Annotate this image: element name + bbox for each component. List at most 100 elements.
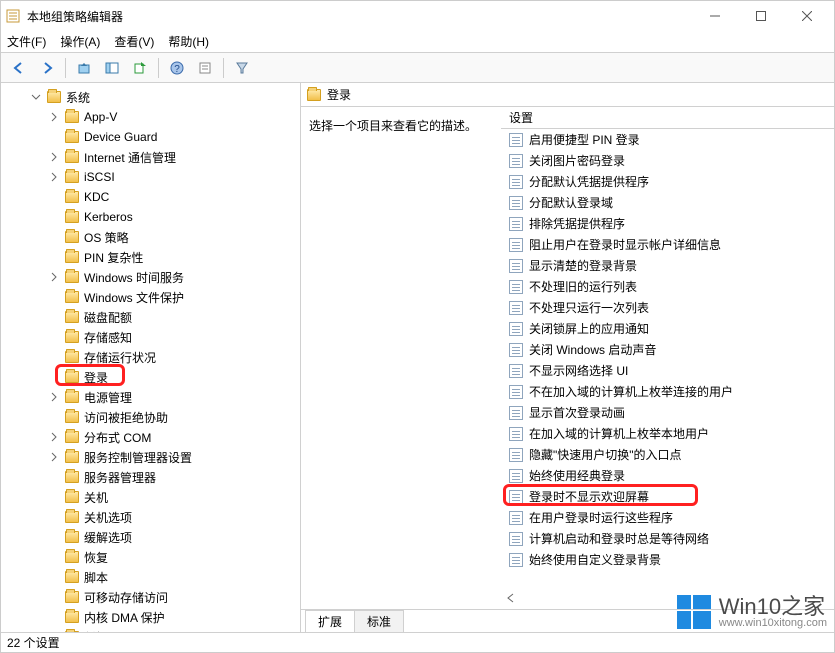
scroll-left-icon[interactable]	[505, 592, 517, 607]
folder-icon	[65, 111, 79, 123]
tree-item[interactable]: OS 策略	[1, 227, 300, 247]
tree-item[interactable]: 存储运行状况	[1, 347, 300, 367]
setting-item[interactable]: 关闭 Windows 启动声音	[501, 339, 834, 360]
setting-label: 登录时不显示欢迎屏幕	[529, 488, 649, 505]
setting-item[interactable]: 分配默认凭据提供程序	[501, 171, 834, 192]
back-button[interactable]	[7, 56, 31, 80]
tree-item-label: 存储感知	[83, 329, 133, 346]
tree-item[interactable]: Windows 时间服务	[1, 267, 300, 287]
tree-item[interactable]: 凭据分配	[1, 627, 300, 632]
tree-item-label: 服务器管理器	[83, 469, 157, 486]
tree-item[interactable]: Kerberos	[1, 207, 300, 227]
tree-item[interactable]: iSCSI	[1, 167, 300, 187]
chevron-right-icon[interactable]	[49, 111, 59, 125]
setting-item[interactable]: 在加入域的计算机上枚举本地用户	[501, 423, 834, 444]
tree-item[interactable]: App-V	[1, 107, 300, 127]
setting-item[interactable]: 关闭图片密码登录	[501, 150, 834, 171]
tree-item[interactable]: 脚本	[1, 567, 300, 587]
tree-item[interactable]: 磁盘配额	[1, 307, 300, 327]
chevron-right-icon[interactable]	[49, 431, 59, 445]
setting-item[interactable]: 阻止用户在登录时显示帐户详细信息	[501, 234, 834, 255]
folder-icon	[65, 511, 79, 523]
menu-action[interactable]: 操作(A)	[60, 33, 100, 50]
setting-item[interactable]: 不在加入域的计算机上枚举连接的用户	[501, 381, 834, 402]
tree-item[interactable]: 访问被拒绝协助	[1, 407, 300, 427]
tree-item[interactable]: 缓解选项	[1, 527, 300, 547]
menu-help[interactable]: 帮助(H)	[168, 33, 209, 50]
export-button[interactable]	[128, 56, 152, 80]
tree-item[interactable]: Device Guard	[1, 127, 300, 147]
setting-item[interactable]: 不处理只运行一次列表	[501, 297, 834, 318]
setting-item[interactable]: 不显示网络选择 UI	[501, 360, 834, 381]
chevron-right-icon[interactable]	[49, 171, 59, 185]
folder-icon	[65, 531, 79, 543]
setting-label: 在加入域的计算机上枚举本地用户	[529, 425, 709, 442]
svg-text:?: ?	[174, 64, 180, 75]
tree-item[interactable]: 可移动存储访问	[1, 587, 300, 607]
setting-item[interactable]: 显示清楚的登录背景	[501, 255, 834, 276]
chevron-right-icon[interactable]	[49, 391, 59, 405]
folder-icon	[65, 471, 79, 483]
right-header: 登录	[301, 83, 834, 107]
tree-item-label: 服务控制管理器设置	[83, 449, 193, 466]
chevron-down-icon[interactable]	[31, 91, 41, 105]
minimize-button[interactable]	[692, 1, 738, 31]
tree-item[interactable]: 服务器管理器	[1, 467, 300, 487]
up-button[interactable]	[72, 56, 96, 80]
tree-item[interactable]: 恢复	[1, 547, 300, 567]
forward-button[interactable]	[35, 56, 59, 80]
setting-item[interactable]: 始终使用经典登录	[501, 465, 834, 486]
setting-label: 隐藏"快速用户切换"的入口点	[529, 446, 682, 463]
tab-standard[interactable]: 标准	[354, 610, 404, 632]
setting-item[interactable]: 关闭锁屏上的应用通知	[501, 318, 834, 339]
tree-item[interactable]: 关机选项	[1, 507, 300, 527]
maximize-button[interactable]	[738, 1, 784, 31]
properties-button[interactable]	[193, 56, 217, 80]
tree-item[interactable]: 内核 DMA 保护	[1, 607, 300, 627]
setting-item[interactable]: 计算机启动和登录时总是等待网络	[501, 528, 834, 549]
tree-item[interactable]: 关机	[1, 487, 300, 507]
tree-item[interactable]: Internet 通信管理	[1, 147, 300, 167]
chevron-right-icon[interactable]	[49, 271, 59, 285]
setting-item[interactable]: 隐藏"快速用户切换"的入口点	[501, 444, 834, 465]
policy-icon	[509, 238, 523, 252]
tree-item[interactable]: 服务控制管理器设置	[1, 447, 300, 467]
setting-label: 始终使用经典登录	[529, 467, 625, 484]
chevron-right-icon[interactable]	[49, 451, 59, 465]
policy-icon	[509, 469, 523, 483]
show-hide-tree-button[interactable]	[100, 56, 124, 80]
tree-item-label: 可移动存储访问	[83, 589, 169, 606]
tree-item[interactable]: 分布式 COM	[1, 427, 300, 447]
folder-icon	[65, 411, 79, 423]
setting-item[interactable]: 启用便捷型 PIN 登录	[501, 129, 834, 150]
setting-label: 阻止用户在登录时显示帐户详细信息	[529, 236, 721, 253]
chevron-right-icon[interactable]	[49, 151, 59, 165]
setting-item[interactable]: 始终使用自定义登录背景	[501, 549, 834, 570]
tree-item[interactable]: 登录	[1, 367, 300, 387]
setting-item[interactable]: 登录时不显示欢迎屏幕	[501, 486, 834, 507]
window-controls	[692, 1, 830, 31]
tree-item[interactable]: Windows 文件保护	[1, 287, 300, 307]
status-text: 22 个设置	[7, 634, 60, 651]
tree-item[interactable]: 电源管理	[1, 387, 300, 407]
tree-pane[interactable]: 系统 App-VDevice GuardInternet 通信管理iSCSIKD…	[1, 83, 301, 632]
tree-root[interactable]: 系统	[1, 87, 300, 107]
setting-item[interactable]: 分配默认登录域	[501, 192, 834, 213]
help-button[interactable]: ?	[165, 56, 189, 80]
description-text: 选择一个项目来查看它的描述。	[309, 117, 493, 134]
setting-item[interactable]: 在用户登录时运行这些程序	[501, 507, 834, 528]
settings-scroll[interactable]: 启用便捷型 PIN 登录关闭图片密码登录分配默认凭据提供程序分配默认登录域排除凭…	[501, 129, 834, 609]
menu-view[interactable]: 查看(V)	[114, 33, 154, 50]
setting-item[interactable]: 排除凭据提供程序	[501, 213, 834, 234]
close-button[interactable]	[784, 1, 830, 31]
menu-file[interactable]: 文件(F)	[7, 33, 46, 50]
setting-item[interactable]: 显示首次登录动画	[501, 402, 834, 423]
filter-button[interactable]	[230, 56, 254, 80]
tree-item[interactable]: 存储感知	[1, 327, 300, 347]
tree-item[interactable]: KDC	[1, 187, 300, 207]
tree-item[interactable]: PIN 复杂性	[1, 247, 300, 267]
tab-extended[interactable]: 扩展	[305, 610, 355, 632]
settings-column-header[interactable]: 设置	[501, 107, 834, 129]
setting-item[interactable]: 不处理旧的运行列表	[501, 276, 834, 297]
view-tabs: 扩展 标准	[301, 610, 834, 632]
